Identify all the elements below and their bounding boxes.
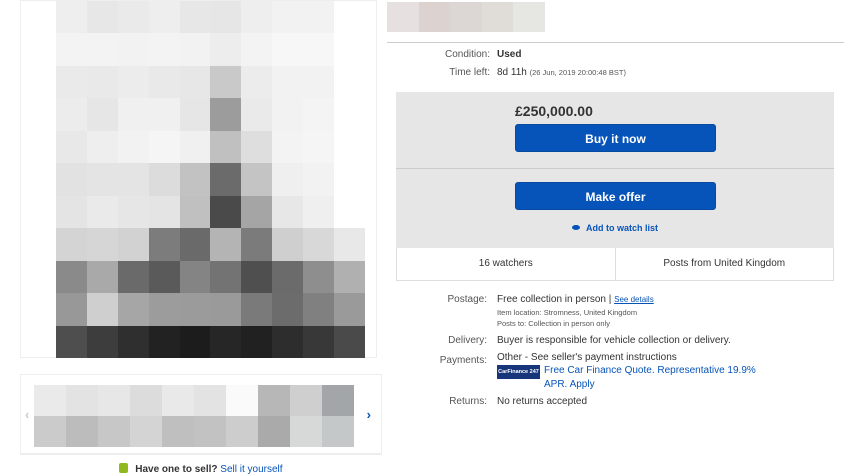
time-left: 8d 11h (26 Jun, 2019 20:00:48 BST) [497,67,626,78]
item-location: Item location: Stromness, United Kingdom [497,308,638,317]
postage-value: Free collection in person [497,294,606,305]
delivery-label: Delivery: [448,335,487,346]
watchers-count: 16 watchers [478,258,533,269]
posts-to: Posts to: Collection in person only [497,319,610,328]
listing-stats: 16 watchers Posts from United Kingdom [396,248,834,281]
postage-separator: | [608,294,612,305]
buy-it-now-button[interactable]: Buy it now [515,124,716,152]
sell-it-yourself-link[interactable]: Sell it yourself [220,464,282,475]
chevron-left-icon[interactable]: ‹ [25,407,29,422]
thumbnail-strip: ‹ › [20,374,382,454]
see-details-link[interactable]: See details [614,295,654,304]
time-left-label: Time left: [449,67,490,78]
item-title-blurred [387,2,545,32]
main-product-image[interactable] [20,0,377,358]
sell-prompt: Have one to sell? Sell it yourself [20,454,382,475]
condition-label: Condition: [444,49,490,60]
make-offer-button[interactable]: Make offer [515,182,716,210]
returns-value: No returns accepted [497,396,588,407]
buybox-divider [396,168,834,169]
payments-label: Payments: [439,355,487,366]
delivery-value: Buyer is responsible for vehicle collect… [497,335,731,346]
eye-icon [572,225,580,230]
buy-box: £250,000.00 Buy it now Make offer Add to… [396,92,834,248]
returns-label: Returns: [449,396,487,407]
chevron-right-icon[interactable]: › [367,407,371,422]
sell-question: Have one to sell? [135,464,218,475]
payments-value: Other - See seller's payment instruction… [497,352,677,363]
finance-offer[interactable]: CarFinance 247 Free Car Finance Quote. Re… [497,365,756,390]
finance-line-2[interactable]: APR. Apply [544,379,595,390]
sell-tag-icon [119,463,129,473]
add-to-watch-list-link[interactable]: Add to watch list [396,223,834,233]
title-divider [387,42,844,43]
condition-value: Used [497,49,522,60]
thumbnail-images[interactable] [34,385,354,447]
pixelated-photo [56,1,365,358]
posts-from: Posts from United Kingdom [614,248,834,280]
watch-list-label: Add to watch list [586,223,658,233]
time-left-value: 8d 11h [497,67,527,78]
postage-info: Free collection in person | See details [497,294,654,305]
carfinance-logo[interactable]: CarFinance 247 [497,365,540,379]
price: £250,000.00 [515,103,593,119]
finance-line-1[interactable]: Free Car Finance Quote. Representative 1… [544,365,756,376]
end-date: (26 Jun, 2019 20:00:48 BST) [529,68,626,77]
postage-label: Postage: [447,294,487,305]
